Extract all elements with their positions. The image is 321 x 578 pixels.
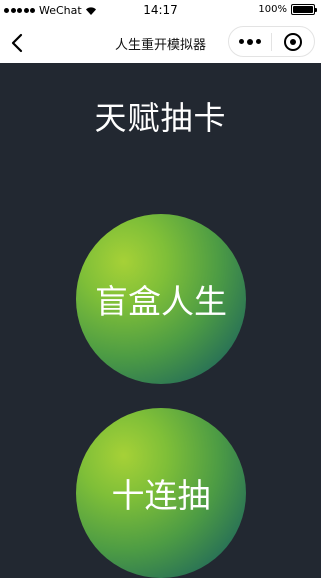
more-dot-icon xyxy=(239,39,244,44)
close-ring-icon xyxy=(284,32,302,51)
more-dot-icon xyxy=(247,38,253,45)
status-right: 100% xyxy=(258,4,317,15)
ten-draw-label: 十连抽 xyxy=(111,476,211,515)
ten-draw-button[interactable]: 十连抽 xyxy=(76,408,246,578)
page-title: 天赋抽卡 xyxy=(94,99,227,137)
mini-program-capsule xyxy=(228,26,315,57)
status-bar: WeChat 14:17 100% xyxy=(0,0,321,22)
more-dot-icon xyxy=(256,39,261,44)
close-button[interactable] xyxy=(272,27,314,56)
nav-bar: 人生重开模拟器 xyxy=(0,22,321,63)
more-button[interactable] xyxy=(229,27,271,56)
battery-percent: 100% xyxy=(258,4,287,15)
blind-box-life-label: 盲盒人生 xyxy=(95,282,227,321)
blind-box-life-button[interactable]: 盲盒人生 xyxy=(76,214,246,384)
battery-icon xyxy=(291,4,317,15)
